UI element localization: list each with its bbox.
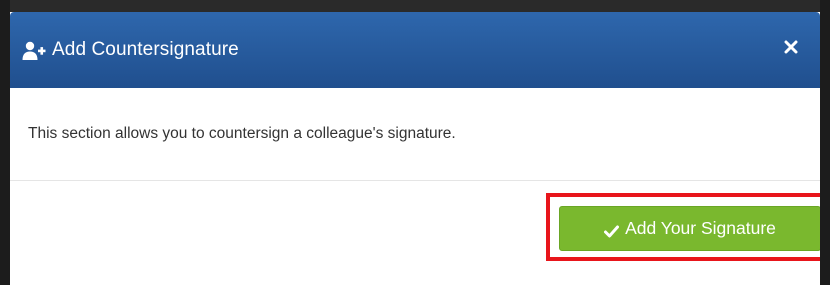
modal-body: This section allows you to countersign a… — [10, 88, 820, 181]
add-your-signature-label: Add Your Signature — [625, 218, 776, 238]
modal-header: Add Countersignature — [10, 12, 820, 88]
user-plus-icon — [22, 41, 46, 61]
close-icon[interactable] — [784, 40, 798, 54]
modal-description: This section allows you to countersign a… — [28, 125, 456, 142]
backdrop-left-edge — [0, 0, 10, 285]
add-your-signature-button[interactable]: Add Your Signature — [559, 206, 820, 251]
modal-footer: Add Your Signature — [10, 181, 820, 285]
backdrop-right-edge — [820, 0, 830, 285]
countersignature-modal: Add Countersignature This section allows… — [10, 12, 820, 285]
check-icon — [604, 222, 620, 238]
backdrop-top-strip — [0, 0, 830, 12]
modal-title: Add Countersignature — [52, 39, 239, 60]
